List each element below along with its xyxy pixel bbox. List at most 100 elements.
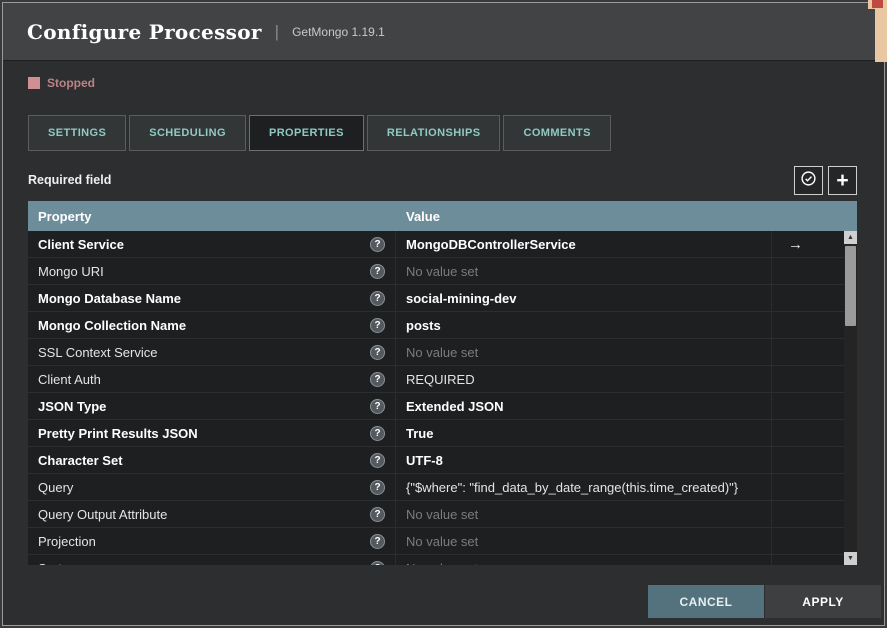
- value-cell[interactable]: MongoDBControllerService: [396, 231, 772, 257]
- property-cell: Query?: [28, 474, 396, 500]
- value-label: No value set: [406, 533, 479, 549]
- value-cell[interactable]: True: [396, 420, 772, 446]
- help-icon[interactable]: ?: [370, 506, 385, 522]
- cancel-button[interactable]: CANCEL: [648, 585, 764, 618]
- scroll-up-button[interactable]: ▲: [844, 231, 857, 244]
- row-actions-cell: [772, 285, 844, 311]
- help-icon[interactable]: ?: [370, 533, 385, 549]
- processor-status: Stopped: [28, 76, 884, 90]
- apply-button[interactable]: APPLY: [765, 585, 881, 618]
- help-icon[interactable]: ?: [370, 452, 385, 468]
- table-row[interactable]: Pretty Print Results JSON? True: [28, 420, 844, 447]
- property-cell: Mongo Collection Name?: [28, 312, 396, 338]
- row-actions-cell: [772, 258, 844, 284]
- property-label: Query Output Attribute: [38, 506, 168, 522]
- property-label: Query: [38, 479, 74, 495]
- row-actions-cell: [772, 501, 844, 527]
- properties-toolbar: Required field +: [28, 165, 857, 195]
- property-cell: Client Service?: [28, 231, 396, 257]
- value-cell[interactable]: No value set: [396, 339, 772, 365]
- table-row[interactable]: JSON Type? Extended JSON: [28, 393, 844, 420]
- row-actions-cell: [772, 447, 844, 473]
- tab-scheduling[interactable]: SCHEDULING: [129, 115, 246, 151]
- table-header: Property Value: [28, 201, 857, 231]
- property-label: Character Set: [38, 452, 123, 468]
- property-label: Sort: [38, 561, 62, 566]
- configure-processor-dialog: Configure Processor | GetMongo 1.19.1 St…: [2, 2, 885, 626]
- help-icon[interactable]: ?: [370, 344, 385, 360]
- property-cell: Query Output Attribute?: [28, 501, 396, 527]
- value-cell[interactable]: No value set: [396, 501, 772, 527]
- scroll-down-button[interactable]: ▼: [844, 552, 857, 565]
- table-body: Client Service? MongoDBControllerService →…: [28, 231, 844, 565]
- properties-table: Property Value Client Service? MongoDBCon…: [28, 201, 857, 565]
- property-cell: Client Auth?: [28, 366, 396, 392]
- property-cell: Mongo URI?: [28, 258, 396, 284]
- row-actions-cell: [772, 555, 844, 565]
- value-cell[interactable]: No value set: [396, 555, 772, 565]
- table-row[interactable]: Client Auth? REQUIRED: [28, 366, 844, 393]
- table-row[interactable]: Sort? No value set: [28, 555, 844, 565]
- table-row[interactable]: Mongo Collection Name? posts: [28, 312, 844, 339]
- tab-relationships[interactable]: RELATIONSHIPS: [366, 115, 501, 151]
- value-label: No value set: [406, 263, 479, 279]
- table-row[interactable]: Query? {"$where": "find_data_by_date_rang…: [28, 474, 844, 501]
- row-actions-cell: [772, 339, 844, 365]
- table-row[interactable]: SSL Context Service? No value set: [28, 339, 844, 366]
- verify-properties-button[interactable]: [794, 165, 823, 195]
- help-icon[interactable]: ?: [370, 290, 385, 306]
- property-label: Mongo Database Name: [38, 290, 182, 306]
- column-header-property: Property: [38, 208, 92, 224]
- table-row[interactable]: Mongo URI? No value set: [28, 258, 844, 285]
- help-icon[interactable]: ?: [370, 560, 385, 565]
- property-label: Pretty Print Results JSON: [38, 425, 198, 441]
- table-row[interactable]: Client Service? MongoDBControllerService →: [28, 231, 844, 258]
- help-icon[interactable]: ?: [370, 398, 385, 414]
- value-cell[interactable]: REQUIRED: [396, 366, 772, 392]
- help-icon[interactable]: ?: [370, 425, 385, 441]
- tab-properties[interactable]: PROPERTIES: [248, 115, 364, 151]
- row-actions-cell: [772, 366, 844, 392]
- help-icon[interactable]: ?: [370, 371, 385, 387]
- property-cell: JSON Type?: [28, 393, 396, 419]
- add-property-button[interactable]: +: [828, 165, 857, 195]
- value-cell[interactable]: UTF-8: [396, 447, 772, 473]
- value-cell[interactable]: posts: [396, 312, 772, 338]
- help-icon[interactable]: ?: [370, 263, 385, 279]
- value-cell[interactable]: No value set: [396, 258, 772, 284]
- row-actions-cell: [772, 420, 844, 446]
- go-to-service-icon[interactable]: →: [788, 236, 803, 253]
- background-page-peek-accent: [872, 0, 883, 8]
- value-cell[interactable]: Extended JSON: [396, 393, 772, 419]
- property-label: Projection: [38, 533, 96, 549]
- help-icon[interactable]: ?: [370, 317, 385, 333]
- value-cell[interactable]: {"$where": "find_data_by_date_range(this…: [396, 474, 772, 500]
- value-label: No value set: [406, 344, 479, 360]
- value-label: Extended JSON: [406, 398, 504, 414]
- property-cell: SSL Context Service?: [28, 339, 396, 365]
- status-label: Stopped: [47, 76, 95, 90]
- row-actions-cell: [772, 474, 844, 500]
- help-icon[interactable]: ?: [370, 236, 385, 252]
- column-header-value: Value: [406, 208, 440, 224]
- tab-settings[interactable]: SETTINGS: [28, 115, 127, 151]
- table-row[interactable]: Character Set? UTF-8: [28, 447, 844, 474]
- row-actions-cell: →: [772, 231, 844, 257]
- property-label: SSL Context Service: [38, 344, 158, 360]
- value-label: REQUIRED: [406, 371, 475, 387]
- property-cell: Mongo Database Name?: [28, 285, 396, 311]
- scrollbar-thumb[interactable]: [845, 246, 856, 326]
- table-row[interactable]: Mongo Database Name? social-mining-dev: [28, 285, 844, 312]
- tab-comments[interactable]: COMMENTS: [503, 115, 611, 151]
- value-label: {"$where": "find_data_by_date_range(this…: [406, 479, 739, 495]
- help-icon[interactable]: ?: [370, 479, 385, 495]
- table-row[interactable]: Projection? No value set: [28, 528, 844, 555]
- vertical-scrollbar[interactable]: ▲ ▼: [844, 231, 857, 565]
- value-cell[interactable]: social-mining-dev: [396, 285, 772, 311]
- table-row[interactable]: Query Output Attribute? No value set: [28, 501, 844, 528]
- value-cell[interactable]: No value set: [396, 528, 772, 554]
- value-label: social-mining-dev: [406, 290, 517, 306]
- row-actions-cell: [772, 528, 844, 554]
- property-cell: Sort?: [28, 555, 396, 565]
- dialog-footer-buttons: CANCEL APPLY: [648, 585, 881, 618]
